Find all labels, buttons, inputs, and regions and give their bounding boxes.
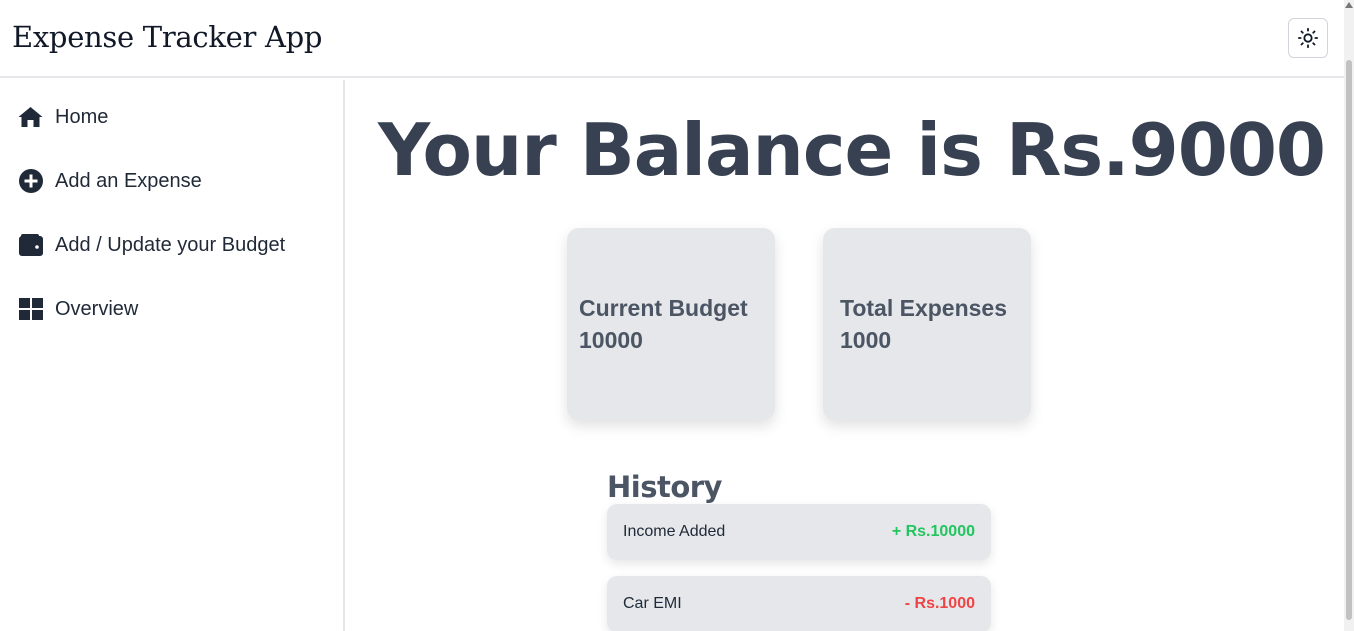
history-row: Car EMI - Rs.1000 bbox=[607, 576, 991, 631]
page-scrollbar[interactable] bbox=[1344, 0, 1354, 631]
app-header: Expense Tracker App bbox=[0, 0, 1344, 78]
card-label: Total Expenses bbox=[840, 295, 1008, 321]
card-label: Current Budget bbox=[579, 295, 748, 321]
history-item-amount: - Rs.1000 bbox=[904, 595, 975, 612]
history-title: History bbox=[607, 470, 722, 504]
sun-icon bbox=[1297, 27, 1319, 49]
home-icon bbox=[18, 105, 43, 130]
card-value: 10000 bbox=[579, 327, 643, 353]
theme-toggle-button[interactable] bbox=[1288, 18, 1328, 58]
total-expenses-card: Total Expenses 1000 bbox=[823, 228, 1031, 420]
sidebar-item-label: Overview bbox=[55, 297, 139, 320]
card-value: 1000 bbox=[840, 327, 892, 353]
sidebar-item-label: Home bbox=[55, 105, 109, 128]
wallet-icon bbox=[18, 233, 43, 258]
plus-circle-icon bbox=[18, 169, 43, 194]
sidebar-item-home[interactable]: Home bbox=[18, 102, 108, 132]
scroll-up-arrow-icon[interactable] bbox=[1345, 2, 1353, 8]
main-content: Your Balance is Rs.9000 Current Budget 1… bbox=[345, 80, 1344, 631]
balance-heading: Your Balance is Rs.9000 bbox=[378, 108, 1326, 192]
history-row: Income Added + Rs.10000 bbox=[607, 504, 991, 560]
grid-icon bbox=[18, 297, 43, 322]
scrollbar-thumb[interactable] bbox=[1346, 60, 1352, 620]
sidebar-item-add-expense[interactable]: Add an Expense bbox=[18, 166, 202, 196]
sidebar-item-label: Add an Expense bbox=[55, 169, 202, 192]
history-item-name: Income Added bbox=[623, 523, 726, 540]
app-title: Expense Tracker App bbox=[12, 20, 323, 54]
current-budget-card: Current Budget 10000 bbox=[567, 228, 775, 420]
history-item-amount: + Rs.10000 bbox=[891, 523, 975, 540]
sidebar: Home Add an Expense Add / Update your Bu… bbox=[0, 80, 345, 631]
sidebar-item-overview[interactable]: Overview bbox=[18, 294, 138, 324]
sidebar-item-label: Add / Update your Budget bbox=[55, 233, 286, 256]
sidebar-item-budget[interactable]: Add / Update your Budget bbox=[18, 230, 285, 260]
history-item-name: Car EMI bbox=[623, 595, 682, 612]
